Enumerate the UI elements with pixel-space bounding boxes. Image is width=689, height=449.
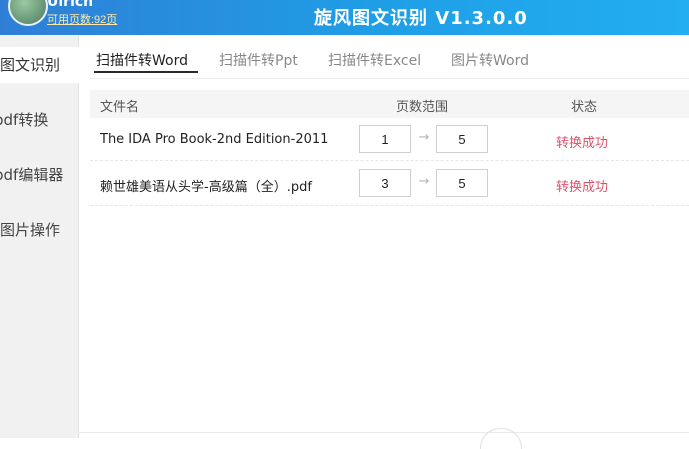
- page-from-input[interactable]: 3: [359, 169, 411, 197]
- footer-divider: [78, 432, 689, 433]
- remaining-pages-link[interactable]: 可用页数:92页: [47, 11, 117, 27]
- page-from-input[interactable]: 1: [359, 125, 411, 153]
- arrow-right-icon: →: [418, 130, 430, 145]
- tab-scan-to-ppt[interactable]: 扫描件转Ppt: [219, 50, 298, 70]
- column-header-status: 状态: [571, 100, 598, 115]
- tab-scan-to-word[interactable]: 扫描件转Word: [96, 50, 188, 70]
- tab-scan-to-excel[interactable]: 扫描件转Excel: [328, 50, 421, 70]
- active-tab-indicator: [94, 71, 198, 73]
- column-header-page-range: 页数范围: [396, 100, 449, 115]
- sidebar-item-label: 图文识别: [0, 56, 61, 74]
- title-bar: Ulrich 可用页数:92页 旋风图文识别 V1.3.0.0: [0, 0, 689, 35]
- tabs-divider: [90, 78, 689, 79]
- username: Ulrich: [47, 0, 94, 10]
- page-to-input[interactable]: 5: [436, 169, 488, 197]
- column-header-filename: 文件名: [100, 100, 140, 115]
- file-name: 赖世雄美语从头学-高级篇（全）.pdf: [100, 180, 312, 195]
- table-row: The IDA Pro Book-2nd Edition-2011 1 → 5 …: [90, 119, 689, 163]
- sidebar-item-label: pdf转换: [0, 111, 49, 129]
- sidebar-item-pdf-convert[interactable]: pdf转换: [0, 102, 82, 138]
- avatar[interactable]: [8, 0, 48, 26]
- status-text: 转换成功: [556, 136, 609, 151]
- sidebar: 图文识别 pdf转换 pdf编辑器 图片操作: [0, 35, 88, 438]
- sidebar-item-image-ops[interactable]: 图片操作: [0, 212, 88, 248]
- sidebar-item-label: 图片操作: [0, 221, 61, 239]
- row-divider: [90, 160, 689, 161]
- table-header: 文件名 页数范围 状态: [90, 90, 689, 118]
- sidebar-item-label: pdf编辑器: [0, 166, 64, 184]
- status-text: 转换成功: [556, 180, 609, 195]
- app-title: 旋风图文识别 V1.3.0.0: [314, 8, 528, 29]
- file-name: The IDA Pro Book-2nd Edition-2011: [100, 132, 329, 147]
- page-to-input[interactable]: 5: [436, 125, 488, 153]
- row-divider: [90, 205, 689, 206]
- arrow-right-icon: →: [418, 174, 430, 189]
- tab-image-to-word[interactable]: 图片转Word: [451, 50, 529, 70]
- sidebar-item-ocr[interactable]: 图文识别: [0, 47, 88, 83]
- sidebar-item-pdf-editor[interactable]: pdf编辑器: [0, 157, 82, 193]
- table-row: 赖世雄美语从头学-高级篇（全）.pdf 3 → 5 转换成功: [90, 163, 689, 207]
